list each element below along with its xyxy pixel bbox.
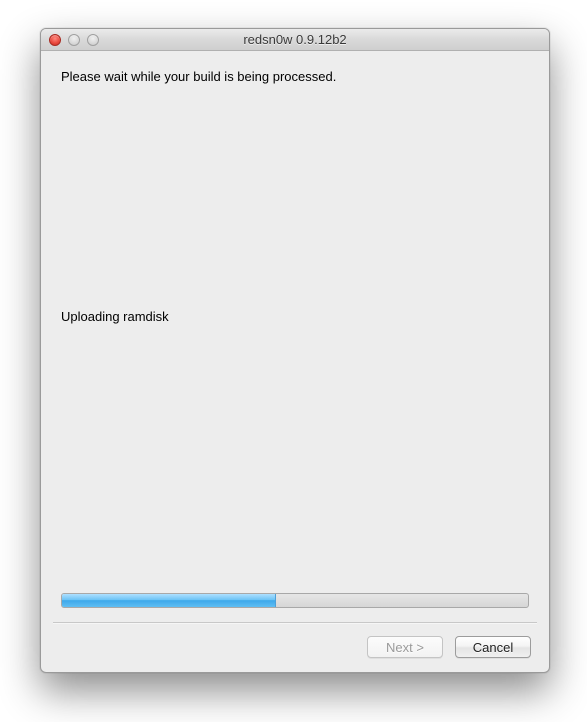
titlebar: redsn0w 0.9.12b2 [41,29,549,51]
zoom-icon[interactable] [87,34,99,46]
status-text: Uploading ramdisk [61,309,529,324]
window-title: redsn0w 0.9.12b2 [41,32,549,47]
progress-area [61,593,529,608]
next-button: Next > [367,636,443,658]
progress-fill [62,594,276,607]
instruction-text: Please wait while your build is being pr… [61,69,529,84]
app-window: redsn0w 0.9.12b2 Please wait while your … [40,28,550,673]
divider [53,622,537,623]
minimize-icon[interactable] [68,34,80,46]
window-controls [41,34,99,46]
cancel-button[interactable]: Cancel [455,636,531,658]
progress-bar [61,593,529,608]
close-icon[interactable] [49,34,61,46]
button-row: Next > Cancel [367,636,531,658]
window-content: Please wait while your build is being pr… [41,51,549,672]
